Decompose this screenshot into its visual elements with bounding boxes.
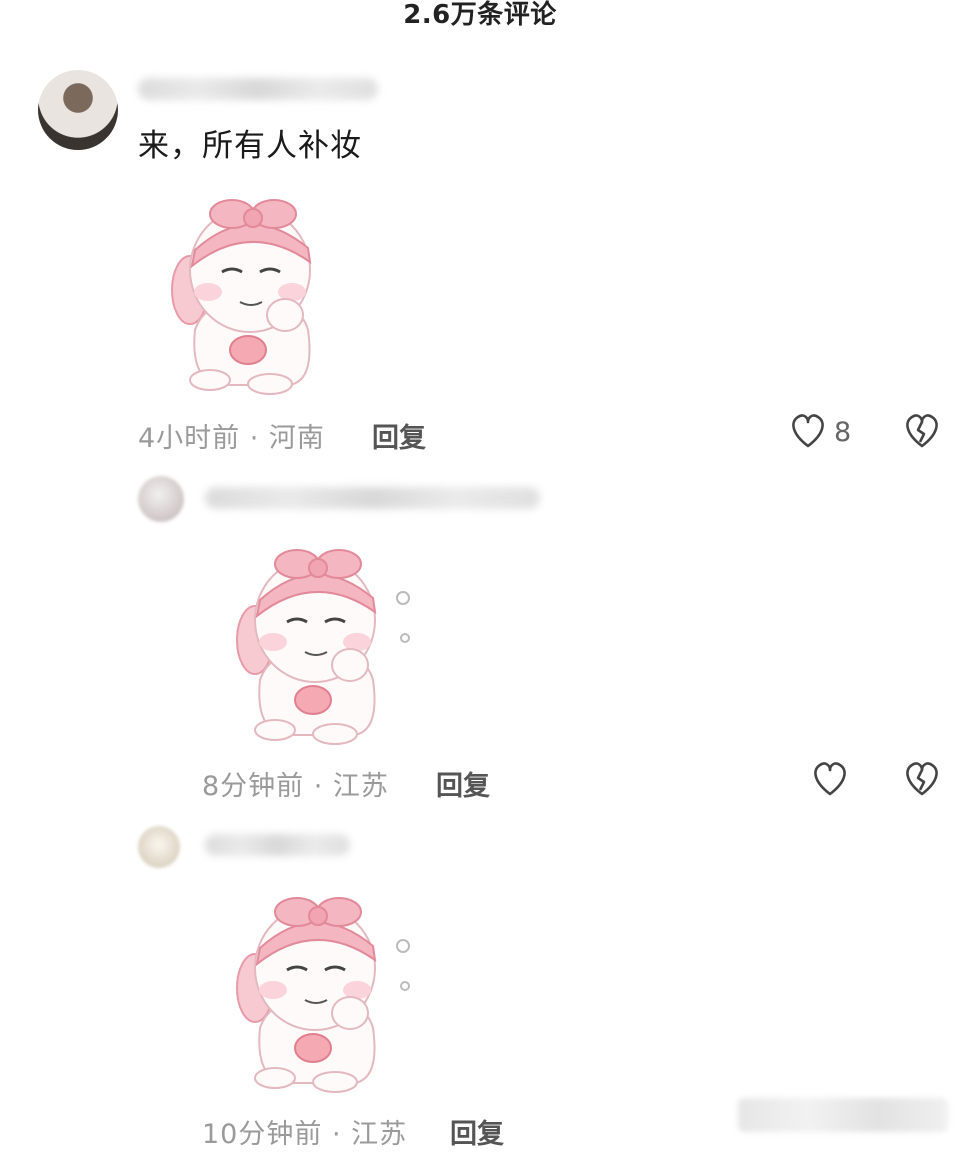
heart-outline-icon [792,414,824,448]
broken-heart-icon[interactable] [902,412,942,452]
sticker-image[interactable] [215,878,415,1098]
like-count: 8 [834,416,852,448]
sticker-image[interactable] [150,180,350,400]
broken-heart-icon[interactable] [902,760,942,800]
like-button[interactable] [810,760,850,800]
avatar[interactable] [138,476,184,522]
reply-button[interactable]: 回复 [450,1112,504,1151]
watermark-blurred [738,1098,948,1132]
comment-time-location: 10分钟前 · 江苏 [202,1119,408,1150]
sticker-image[interactable] [215,530,415,750]
comment-text: 来，所有人补妆 [138,128,362,164]
reply-button[interactable]: 回复 [372,416,426,455]
avatar[interactable] [38,70,118,150]
comment-time-location: 4小时前 · 河南 [138,423,325,454]
comments-header: 2.6万条评论 [0,0,960,40]
comment-count-title: 2.6万条评论 [403,0,557,30]
avatar[interactable] [138,826,180,868]
username-blurred[interactable] [138,78,378,100]
username-blurred[interactable] [205,834,350,856]
reply-button[interactable]: 回复 [436,764,490,803]
like-button[interactable]: 8 [788,412,851,452]
comment-time-location: 8分钟前 · 江苏 [202,771,389,802]
heart-outline-icon [814,762,846,796]
username-blurred[interactable] [205,487,540,509]
